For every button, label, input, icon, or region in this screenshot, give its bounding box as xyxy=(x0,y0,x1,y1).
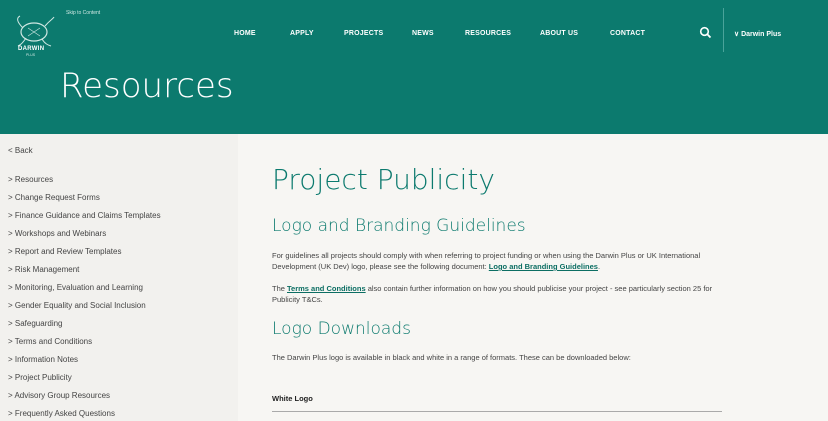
sidebar-item-workshops[interactable]: > Workshops and Webinars xyxy=(8,229,106,238)
terms-text: The xyxy=(272,284,288,293)
sidebar-item-terms[interactable]: > Terms and Conditions xyxy=(8,337,92,346)
back-link[interactable]: < Back xyxy=(8,146,33,155)
header-divider xyxy=(723,8,724,52)
sidebar-item-information-notes[interactable]: > Information Notes xyxy=(8,355,78,364)
sidebar-item-advisory-group[interactable]: > Advisory Group Resources xyxy=(8,391,110,400)
branding-text-end: . xyxy=(597,262,601,271)
skip-to-content-link[interactable]: Skip to Content xyxy=(66,10,100,16)
section-heading-branding: Logo and Branding Guidelines xyxy=(272,216,526,236)
site-header: Skip to Content DARWIN PLUS HOME APPLY P… xyxy=(0,0,828,134)
nav-resources[interactable]: RESOURCES xyxy=(465,30,511,37)
nav-projects[interactable]: PROJECTS xyxy=(344,30,383,37)
sidebar-item-monitoring[interactable]: > Monitoring, Evaluation and Learning xyxy=(8,283,143,292)
nav-home[interactable]: HOME xyxy=(234,30,256,37)
sidebar-item-safeguarding[interactable]: > Safeguarding xyxy=(8,319,63,328)
logo-wordmark: DARWIN xyxy=(18,46,45,52)
terms-paragraph: The Terms and Conditions also contain fu… xyxy=(272,283,732,305)
white-logo-heading: White Logo xyxy=(272,394,313,403)
sidebar-item-faq[interactable]: > Frequently Asked Questions xyxy=(8,409,115,418)
sidebar-item-finance-guidance[interactable]: > Finance Guidance and Claims Templates xyxy=(8,211,161,220)
nav-about-us[interactable]: ABOUT US xyxy=(540,30,578,37)
sidebar-item-gender-equality[interactable]: > Gender Equality and Social Inclusion xyxy=(8,301,146,310)
nav-news[interactable]: NEWS xyxy=(412,30,434,37)
search-icon[interactable] xyxy=(699,26,713,40)
sidebar-item-project-publicity[interactable]: > Project Publicity xyxy=(8,373,72,382)
sidebar-item-resources[interactable]: > Resources xyxy=(8,175,53,184)
nav-apply[interactable]: APPLY xyxy=(290,30,314,37)
banner-title: Resources xyxy=(60,66,234,106)
branding-text: For guidelines all projects should compl… xyxy=(272,251,701,271)
downloads-paragraph: The Darwin Plus logo is available in bla… xyxy=(272,353,631,362)
logo-subtext: PLUS xyxy=(26,53,36,57)
turtle-logo-icon xyxy=(17,15,55,47)
branding-paragraph: For guidelines all projects should compl… xyxy=(272,250,732,272)
branding-guidelines-link[interactable]: Logo and Branding Guidelines xyxy=(489,262,598,271)
section-divider xyxy=(272,411,722,412)
page-title: Project Publicity xyxy=(272,163,495,196)
sidebar-item-change-request-forms[interactable]: > Change Request Forms xyxy=(8,193,100,202)
sidebar-item-risk-management[interactable]: > Risk Management xyxy=(8,265,79,274)
terms-and-conditions-link[interactable]: Terms and Conditions xyxy=(287,284,366,293)
sidebar-item-report-templates[interactable]: > Report and Review Templates xyxy=(8,247,121,256)
page: Skip to Content DARWIN PLUS HOME APPLY P… xyxy=(0,0,828,421)
site-switcher-dropdown[interactable]: ∨ Darwin Plus xyxy=(734,30,781,38)
section-heading-downloads: Logo Downloads xyxy=(272,319,411,339)
nav-contact[interactable]: CONTACT xyxy=(610,30,645,37)
